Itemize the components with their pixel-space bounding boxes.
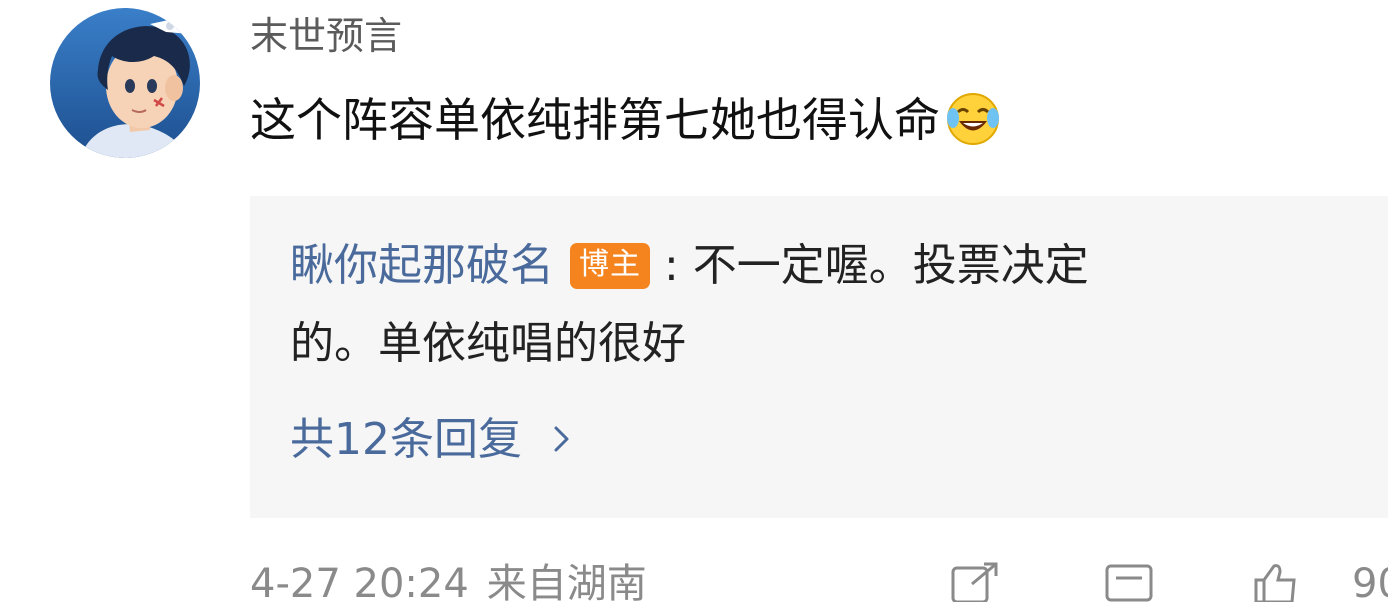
chevron-right-icon[interactable] (552, 410, 572, 452)
laughing-crying-emoji-icon (944, 90, 1002, 148)
like-count: 90 (1352, 561, 1388, 607)
comment-date: 4-27 20:24 (250, 561, 469, 607)
reply-line-1: 瞅你起那破名 博主 : 不一定喔。投票决定 (290, 236, 1330, 296)
reply-box[interactable]: 瞅你起那破名 博主 : 不一定喔。投票决定 的。单依纯唱的很好 共12条回复 (250, 196, 1388, 518)
reply-author[interactable]: 瞅你起那破名 (290, 240, 554, 291)
reply-text-1: : 不一定喔。投票决定 (664, 240, 1089, 291)
comment-body: 这个阵容单依纯排第七她也得认命 (250, 93, 940, 147)
share-icon[interactable] (950, 562, 1002, 606)
more-replies-label[interactable]: 共12条回复 (290, 414, 522, 465)
comment-meta: 4-27 20:24 来自湖南 (250, 556, 647, 612)
avatar[interactable] (50, 8, 200, 158)
like-icon[interactable] (1252, 562, 1300, 606)
comment-icon[interactable] (1104, 562, 1156, 606)
comment-location: 来自湖南 (486, 561, 647, 607)
more-replies-link[interactable]: 共12条回复 (290, 410, 572, 470)
blogger-badge: 博主 (570, 243, 650, 289)
comment-text: 这个阵容单依纯排第七她也得认命 (250, 88, 1002, 152)
reply-line-2: 的。单依纯唱的很好 (290, 318, 686, 369)
username[interactable]: 末世预言 (250, 10, 402, 62)
